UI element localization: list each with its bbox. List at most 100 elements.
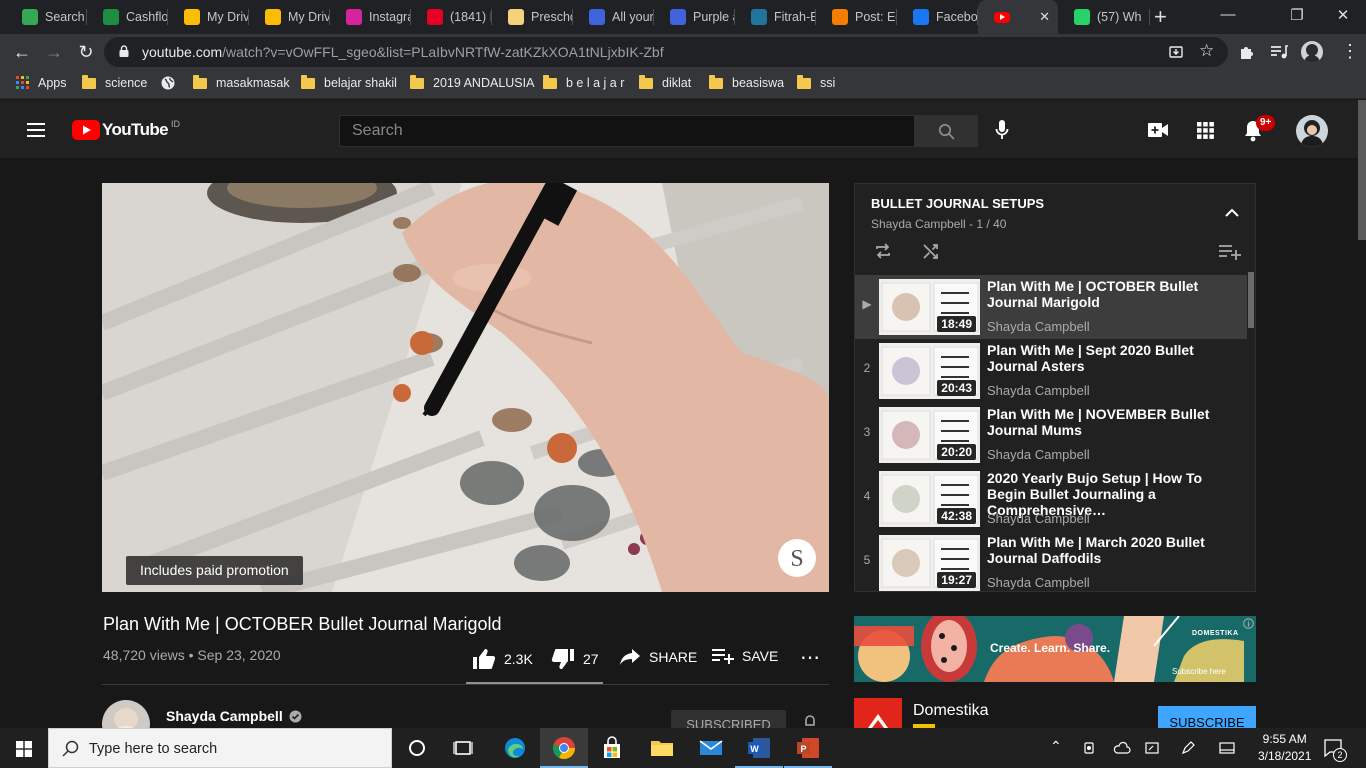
playlist-options-icon[interactable] [1219, 244, 1241, 260]
channel-name[interactable]: Shayda Campbell [166, 708, 302, 724]
browser-tab[interactable]: Prescho [492, 0, 573, 34]
tray-battery-icon[interactable] [1145, 741, 1161, 755]
task-view-icon[interactable] [452, 736, 476, 760]
like-button[interactable]: 2.3K [472, 648, 533, 670]
windows-start-icon[interactable] [16, 741, 32, 757]
bookmark-belajar-shakil[interactable]: belajar shakil [301, 74, 397, 90]
tray-language-icon[interactable] [1219, 741, 1235, 755]
browser-tab[interactable]: All your [573, 0, 654, 34]
forward-button[interactable]: → [42, 42, 66, 63]
more-actions-icon[interactable]: ⋯ [800, 645, 821, 670]
bookmark-2019-andalusia[interactable]: 2019 ANDALUSIA [410, 74, 534, 90]
extensions-puzzle-icon[interactable] [1238, 43, 1256, 61]
tray-overflow-chevron-icon[interactable]: ⌃ [1050, 738, 1062, 755]
browser-tab[interactable]: Post: Ed [816, 0, 897, 34]
playlist-item-title[interactable]: Plan With Me | OCTOBER Bullet Journal Ma… [987, 278, 1237, 310]
apps-grid-icon[interactable] [1197, 122, 1214, 139]
playlist-item-title[interactable]: Plan With Me | Sept 2020 Bullet Journal … [987, 342, 1237, 374]
chrome-menu-icon[interactable]: ⋮ [1341, 41, 1359, 62]
cortana-icon[interactable] [405, 736, 429, 760]
bookmark-apps[interactable]: Apps [16, 76, 67, 90]
close-tab-icon[interactable]: ✕ [1039, 9, 1050, 25]
playlist-item-channel[interactable]: Shayda Campbell [987, 511, 1090, 526]
tray-clock[interactable]: 9:55 AM 3/18/2021 [1258, 732, 1311, 763]
share-button[interactable]: SHARE [619, 648, 697, 666]
playlist-item[interactable]: 5 19:27 Plan With Me | March 2020 Bullet J… [855, 531, 1247, 591]
playlist-item-title[interactable]: Plan With Me | March 2020 Bullet Journal… [987, 534, 1237, 566]
playlist-item-channel[interactable]: Shayda Campbell [987, 575, 1090, 590]
search-button[interactable] [914, 115, 978, 147]
mail-icon[interactable] [699, 736, 723, 760]
loop-icon[interactable] [874, 242, 892, 260]
playlist-item[interactable]: 4 42:38 2020 Yearly Bujo Setup | How To Be… [855, 467, 1247, 531]
microsoft-store-icon[interactable] [600, 736, 624, 760]
hamburger-menu-icon[interactable] [26, 122, 46, 138]
tray-meet-icon[interactable] [1083, 741, 1097, 755]
maximize-button[interactable]: ❐ [1274, 6, 1320, 24]
browser-tab[interactable]: My Driv [249, 0, 330, 34]
playlist-item-channel[interactable]: Shayda Campbell [987, 383, 1090, 398]
youtube-logo[interactable]: YouTube ID [72, 119, 180, 140]
microphone-icon[interactable] [995, 120, 1009, 140]
bookmark-globe[interactable] [161, 76, 175, 90]
ad-subscribe-button[interactable]: SUBSCRIBE [1158, 706, 1256, 728]
dislike-button[interactable]: 27 [551, 648, 599, 670]
reload-button[interactable]: ↻ [74, 42, 98, 63]
browser-tab[interactable]: Cashflo [87, 0, 168, 34]
bookmark-diklat[interactable]: diklat [639, 74, 691, 90]
paid-promotion-label[interactable]: Includes paid promotion [126, 556, 303, 585]
playlist-item[interactable]: 3 20:20 Plan With Me | NOVEMBER Bullet Jou… [855, 403, 1247, 467]
video-thumbnail[interactable]: 42:38 [879, 471, 980, 527]
search-input[interactable]: Search [339, 115, 915, 147]
ad-banner[interactable]: Create. Learn. Share. DOMESTIKA Subscrib… [854, 616, 1256, 682]
playlist-item-channel[interactable]: Shayda Campbell [987, 319, 1090, 334]
advertiser-logo[interactable] [854, 698, 902, 728]
video-thumbnail[interactable]: 19:27 [879, 535, 980, 591]
bookmark-ssi[interactable]: ssi [797, 74, 835, 90]
bookmark-masakmasak[interactable]: masakmasak [193, 74, 290, 90]
ad-info-icon[interactable] [1243, 618, 1254, 629]
bookmark-beasiswa[interactable]: beasiswa [709, 74, 784, 90]
playlist-item[interactable]: ▶ 18:49 Plan With Me | OCTOBER Bullet Jour… [855, 275, 1247, 339]
edge-browser-icon[interactable] [503, 736, 527, 760]
playlist-item-title[interactable]: Plan With Me | NOVEMBER Bullet Journal M… [987, 406, 1237, 438]
browser-tab[interactable]: Fitrah-E [735, 0, 816, 34]
browser-tab[interactable]: (57) Wh [1058, 0, 1150, 34]
browser-tab[interactable]: Faceboo [897, 0, 978, 34]
bookmark-science[interactable]: science [82, 74, 147, 90]
media-control-icon[interactable] [1270, 44, 1288, 60]
collapse-chevron-up-icon[interactable] [1225, 208, 1239, 218]
browser-tab[interactable]: Purple a [654, 0, 735, 34]
browser-tab[interactable]: Instagra [330, 0, 411, 34]
taskbar-powerpoint[interactable]: P [784, 728, 832, 768]
profile-avatar[interactable] [1301, 41, 1323, 63]
account-avatar[interactable] [1296, 115, 1328, 147]
back-button[interactable]: ← [10, 42, 34, 63]
minimize-button[interactable]: — [1205, 6, 1251, 23]
taskbar-search-input[interactable]: Type here to search [48, 728, 392, 768]
video-thumbnail[interactable]: 20:43 [879, 343, 980, 399]
browser-tab[interactable]: (1841) I [411, 0, 492, 34]
create-video-icon[interactable] [1148, 122, 1168, 138]
browser-tab[interactable]: My Driv [168, 0, 249, 34]
shuffle-icon[interactable] [922, 242, 940, 260]
video-thumbnail[interactable]: 18:49 [879, 279, 980, 335]
page-scrollbar[interactable] [1358, 100, 1366, 240]
save-button[interactable]: SAVE [712, 648, 778, 664]
browser-tab[interactable]: Search [6, 0, 87, 34]
install-icon[interactable] [1168, 44, 1184, 60]
new-tab-button[interactable]: + [1154, 4, 1167, 30]
bookmark-star-icon[interactable]: ☆ [1199, 41, 1214, 61]
address-bar[interactable]: youtube.com/watch?v=vOwFFL_sgeo&list=PLa… [104, 37, 1228, 67]
video-thumbnail[interactable]: 20:20 [879, 407, 980, 463]
browser-tab[interactable]: ✕ [978, 0, 1058, 34]
playlist-scrollbar[interactable] [1248, 272, 1254, 328]
file-explorer-icon[interactable] [650, 736, 674, 760]
notification-bell-outline-icon[interactable] [803, 715, 817, 728]
playlist-item-channel[interactable]: Shayda Campbell [987, 447, 1090, 462]
bookmark-belajar[interactable]: b e l a j a r [543, 74, 624, 90]
playlist-title[interactable]: BULLET JOURNAL SETUPS [871, 196, 1044, 211]
video-player[interactable]: S Includes paid promotion [102, 183, 829, 592]
advertiser-name[interactable]: Domestika [913, 702, 989, 720]
taskbar-word[interactable]: W [735, 728, 783, 768]
